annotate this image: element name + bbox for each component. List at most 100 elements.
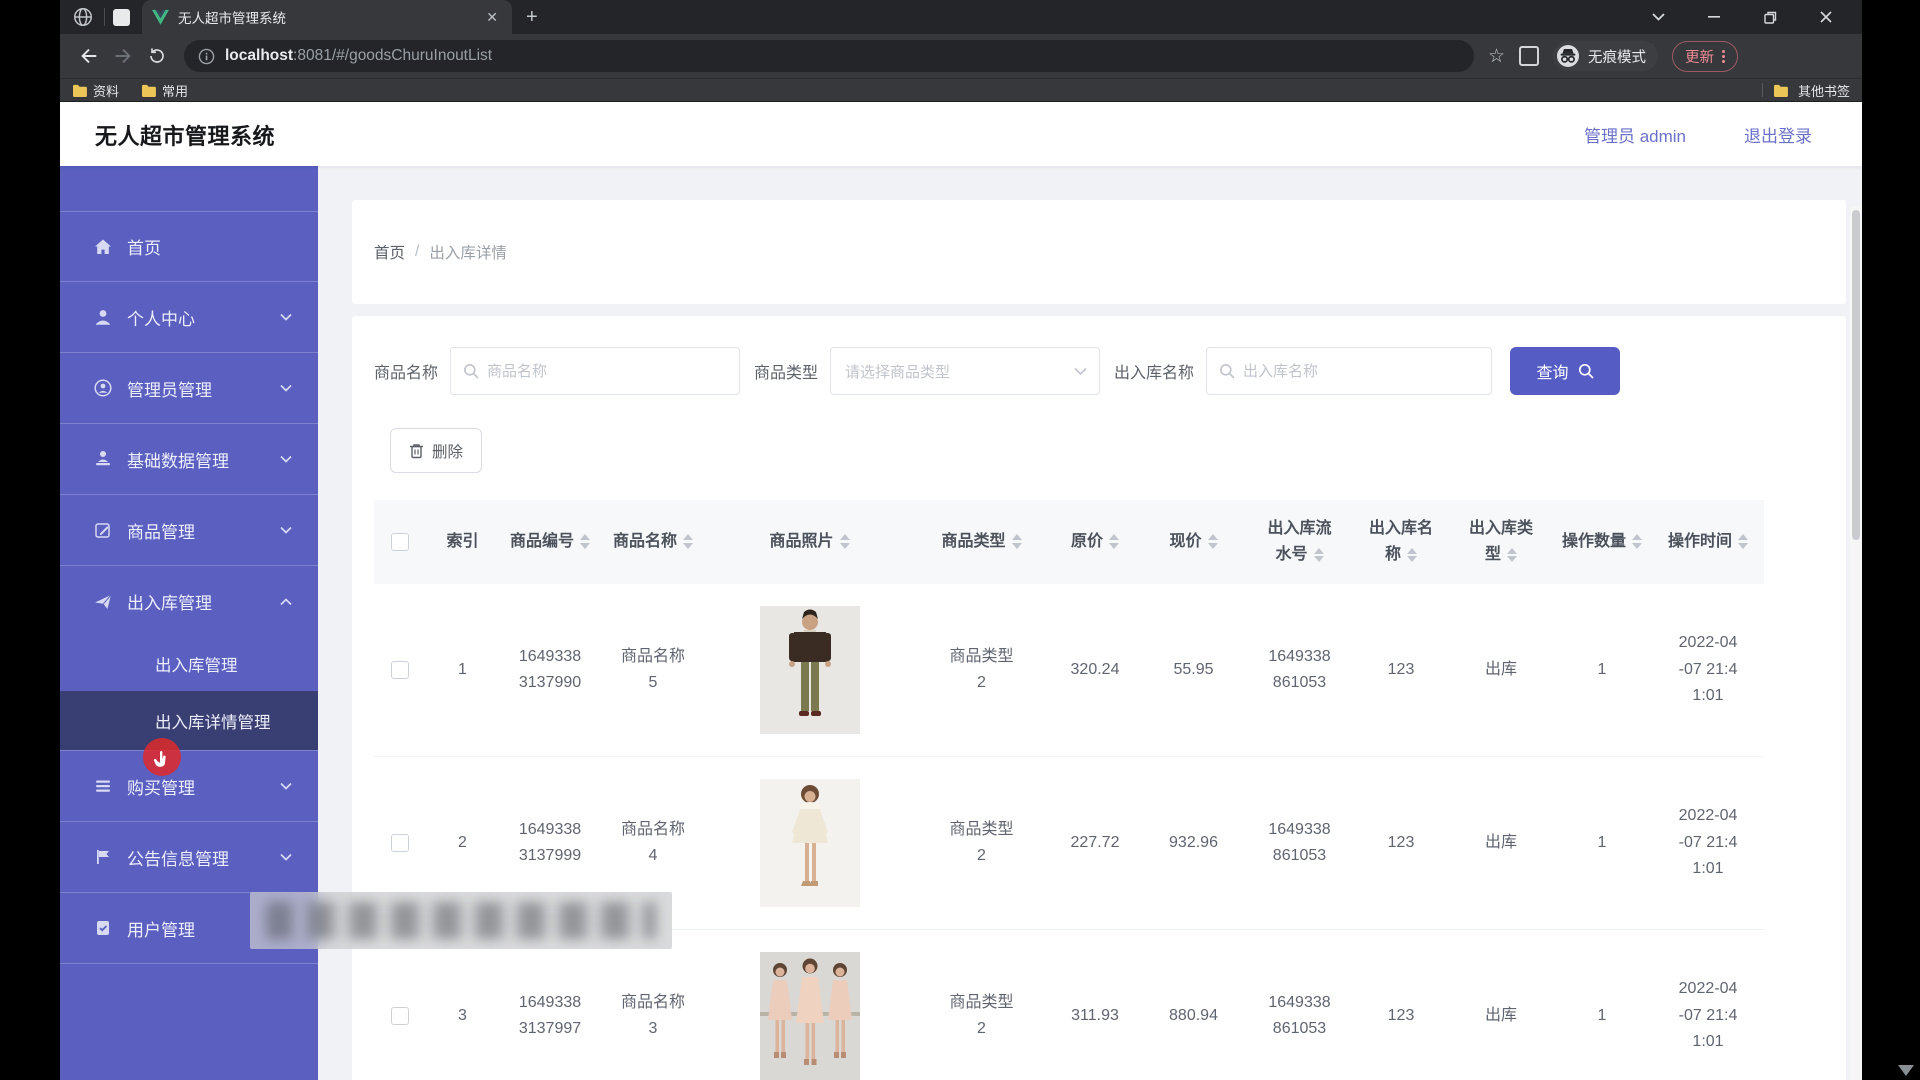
sort-icon[interactable] — [1109, 534, 1119, 549]
sort-icon[interactable] — [580, 534, 590, 549]
window-controls — [1630, 0, 1854, 34]
sort-icon[interactable] — [1407, 548, 1417, 563]
sort-icon[interactable] — [840, 534, 850, 549]
column-header[interactable]: 出入库名称 — [1352, 516, 1450, 569]
back-button[interactable] — [72, 39, 106, 73]
sort-icon[interactable] — [1314, 548, 1324, 563]
sort-icon[interactable] — [1012, 534, 1022, 549]
column-header: 索引 — [425, 529, 500, 555]
sidebar-item-notice-mgmt[interactable]: 公告信息管理 — [60, 822, 318, 893]
cell-goods-photo — [706, 779, 913, 907]
sidebar-subitem-inout-detail-mgmt[interactable]: 出入库详情管理 — [60, 691, 318, 750]
pinned-tab-icon[interactable] — [113, 9, 130, 26]
tab-close-icon[interactable]: ✕ — [482, 8, 502, 26]
warehouse-name-label: 出入库名称 — [1114, 359, 1194, 383]
goods-type-select[interactable]: 请选择商品类型 — [830, 347, 1100, 395]
product-photo[interactable] — [760, 952, 860, 1080]
side-panel-icon[interactable] — [1519, 46, 1539, 66]
bookmark-folder-1[interactable]: 资料 — [72, 81, 119, 100]
cell-goods-type: 商品类型2 — [913, 990, 1050, 1043]
cell-goods-photo — [706, 606, 913, 734]
chevron-down-icon — [1074, 367, 1087, 376]
tab-search-chevron-icon[interactable] — [1630, 0, 1686, 34]
column-header[interactable]: 现价 — [1140, 529, 1247, 555]
sidebar-item-admin-mgmt[interactable]: 管理员管理 — [60, 353, 318, 424]
globe-tab-icon[interactable] — [70, 4, 96, 30]
delete-button[interactable]: 删除 — [390, 428, 482, 473]
minimize-button[interactable] — [1686, 0, 1742, 34]
column-header[interactable]: 商品名称 — [600, 529, 706, 555]
row-checkbox[interactable] — [391, 834, 409, 852]
cell-warehouse-name: 123 — [1352, 657, 1450, 683]
breadcrumb-home[interactable]: 首页 — [374, 241, 405, 263]
cell-warehouse-type: 出库 — [1450, 1003, 1552, 1029]
column-header[interactable]: 操作时间 — [1652, 529, 1764, 555]
column-header[interactable]: 商品照片 — [706, 529, 913, 555]
content-card: 商品名称 商品类型 请选择商品类型 出入库名称 — [352, 316, 1846, 1080]
sidebar-item-inout-mgmt[interactable]: 出入库管理 — [60, 566, 318, 637]
cell-cur-price: 880.94 — [1140, 1003, 1247, 1029]
product-photo[interactable] — [760, 779, 860, 907]
breadcrumb-card: 首页 / 出入库详情 — [352, 200, 1846, 304]
update-label: 更新 — [1685, 46, 1714, 67]
warehouse-name-input[interactable] — [1207, 362, 1491, 381]
cell-orig-price: 227.72 — [1050, 830, 1140, 856]
column-header[interactable]: 商品编号 — [500, 529, 600, 555]
browser-menu-icon[interactable] — [1722, 50, 1725, 63]
cell-serial-no: 1649338861053 — [1247, 644, 1352, 697]
mouse-cursor-highlight — [143, 738, 181, 776]
sort-icon[interactable] — [1632, 534, 1642, 549]
sidebar-item-personal-center[interactable]: 个人中心 — [60, 282, 318, 353]
sort-icon[interactable] — [1208, 534, 1218, 549]
page-scrollbar[interactable] — [1850, 206, 1862, 1080]
search-icon — [463, 363, 479, 379]
row-checkbox-cell — [374, 834, 425, 852]
sort-icon[interactable] — [1738, 534, 1748, 549]
forward-button[interactable] — [106, 39, 140, 73]
restore-button[interactable] — [1742, 0, 1798, 34]
goods-name-label: 商品名称 — [374, 359, 438, 383]
cell-index: 3 — [425, 1003, 500, 1029]
row-checkbox[interactable] — [391, 661, 409, 679]
search-icon — [1219, 363, 1235, 379]
breadcrumb-current: 出入库详情 — [429, 241, 507, 263]
column-header[interactable]: 出入库类型 — [1450, 516, 1552, 569]
corner-arrow-icon — [1898, 1065, 1914, 1076]
sort-icon[interactable] — [1507, 548, 1517, 563]
new-tab-button[interactable]: + — [526, 6, 538, 29]
bookmark-star-icon[interactable]: ☆ — [1488, 45, 1505, 68]
sidebar-item-home[interactable]: 首页 — [60, 211, 318, 282]
cell-warehouse-name: 123 — [1352, 1003, 1450, 1029]
sidebar-subitem-inout-mgmt[interactable]: 出入库管理 — [60, 637, 318, 691]
column-header[interactable]: 操作数量 — [1552, 529, 1652, 555]
row-checkbox[interactable] — [391, 1007, 409, 1025]
close-window-button[interactable] — [1798, 0, 1854, 34]
product-photo[interactable] — [760, 606, 860, 734]
goods-name-input[interactable] — [451, 362, 739, 381]
page-info-icon[interactable] — [198, 48, 215, 65]
other-bookmarks[interactable]: 其他书签 — [1762, 81, 1850, 100]
column-header[interactable]: 商品类型 — [913, 529, 1050, 555]
url-bar[interactable]: localhost:8081/#/goodsChuruInoutList — [184, 40, 1474, 72]
active-tab[interactable]: 无人超市管理系统 ✕ — [142, 0, 512, 34]
cell-goods-no: 16493383137990 — [500, 644, 600, 697]
select-all-checkbox[interactable] — [391, 533, 409, 551]
bookmark-folder-2[interactable]: 常用 — [141, 81, 188, 100]
sidebar-item-purchase-mgmt[interactable]: 购买管理 — [60, 751, 318, 822]
goods-name-input-wrap — [450, 347, 740, 395]
column-header[interactable]: 原价 — [1050, 529, 1140, 555]
sort-icon[interactable] — [683, 534, 693, 549]
sidebar-item-goods-mgmt[interactable]: 商品管理 — [60, 495, 318, 566]
scrollbar-thumb[interactable] — [1852, 210, 1860, 540]
folder-icon — [1773, 84, 1788, 97]
logout-link[interactable]: 退出登录 — [1744, 122, 1812, 147]
sidebar-item-base-data-mgmt[interactable]: 基础数据管理 — [60, 424, 318, 495]
admin-circle-icon — [93, 378, 113, 398]
cell-operate-qty: 1 — [1552, 830, 1652, 856]
reload-button[interactable] — [140, 39, 174, 73]
update-button[interactable]: 更新 — [1672, 41, 1738, 72]
chevron-down-icon — [280, 780, 292, 792]
search-button[interactable]: 查询 — [1510, 347, 1620, 395]
filter-row: 商品名称 商品类型 请选择商品类型 出入库名称 — [374, 346, 1824, 396]
column-header[interactable]: 出入库流水号 — [1247, 516, 1352, 569]
